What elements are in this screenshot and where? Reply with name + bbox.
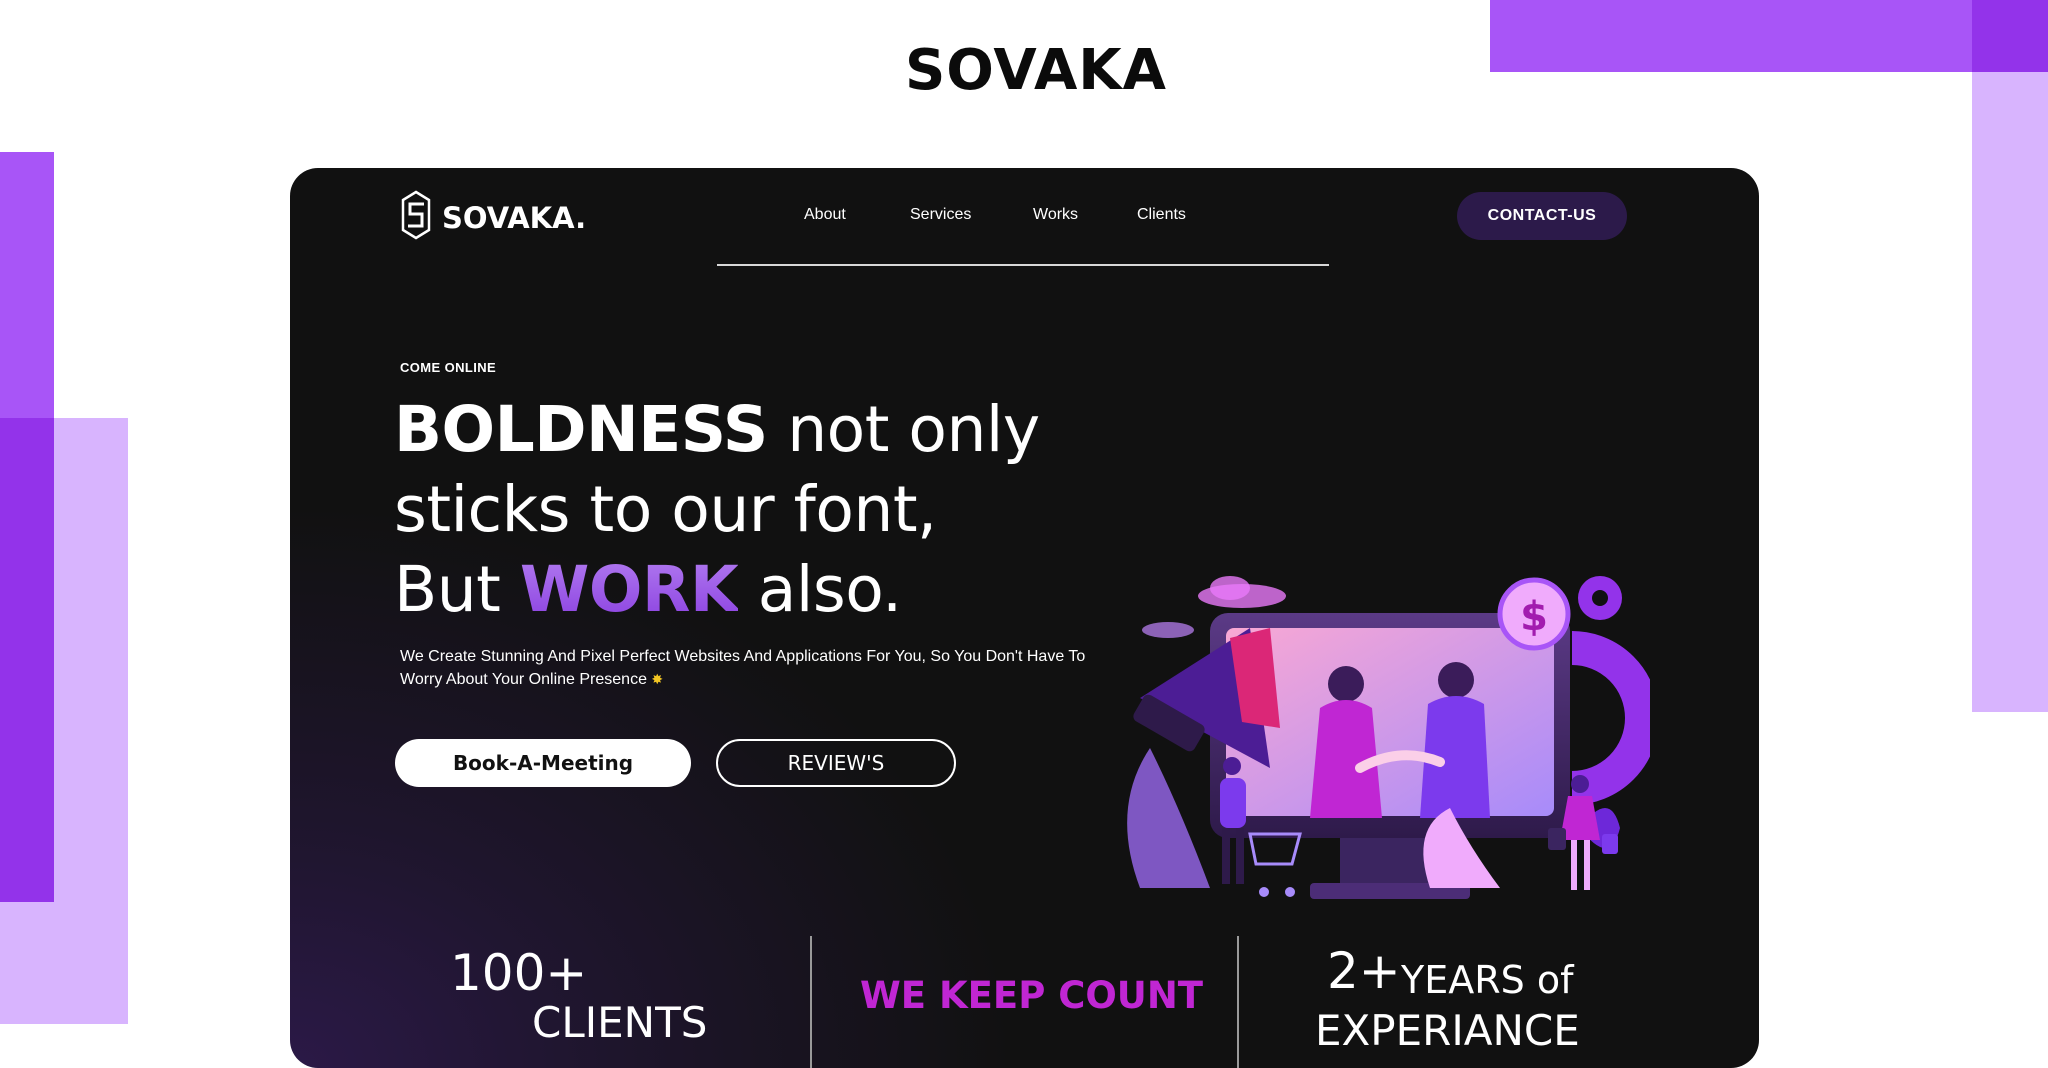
nav-item-works[interactable]: Works xyxy=(1033,206,1078,224)
deco-bar-left-overlap xyxy=(0,418,54,902)
hero-subtext-text: We Create Stunning And Pixel Perfect Web… xyxy=(400,648,1086,688)
experience-label: EXPERIANCE xyxy=(1315,1006,1580,1055)
keep-count-tagline: WE KEEP COUNT xyxy=(860,974,1204,1017)
headline-line3-start: But xyxy=(394,553,520,626)
main-nav: About Services Works Clients xyxy=(716,206,1328,246)
hero-subtext: We Create Stunning And Pixel Perfect Web… xyxy=(400,646,1100,691)
book-meeting-button[interactable]: Book-A-Meeting xyxy=(395,739,691,787)
headline-line3-end: also. xyxy=(738,553,902,626)
clients-label: CLIENTS xyxy=(532,998,708,1047)
hero-eyebrow: COME ONLINE xyxy=(400,360,497,375)
headline-line2: sticks to our font, xyxy=(394,473,937,546)
nav-item-about[interactable]: About xyxy=(804,206,846,224)
handshake-monitor-illustration: $ xyxy=(1110,388,1659,913)
stat-divider-2 xyxy=(1237,936,1239,1068)
headline-strong: BOLDNESS xyxy=(394,393,768,466)
headline-line1-rest: not only xyxy=(767,393,1040,466)
stat-divider-1 xyxy=(810,936,812,1068)
headline-accent: WORK xyxy=(519,553,739,626)
deco-bar-right xyxy=(1972,0,2048,712)
clients-count: 100+ xyxy=(450,944,588,1002)
hero-headline: BOLDNESS not only sticks to our font, But … xyxy=(394,390,1114,630)
s-hexagon-logo-icon xyxy=(400,190,432,245)
svg-text:$: $ xyxy=(1520,594,1548,640)
page-title: SOVAKA xyxy=(904,38,1168,103)
contact-us-button[interactable]: CONTACT-US xyxy=(1457,192,1627,240)
nav-underline xyxy=(717,264,1329,266)
brand-name: SOVAKA. xyxy=(442,200,587,235)
nav-item-clients[interactable]: Clients xyxy=(1137,206,1186,224)
years-label: YEARS of xyxy=(1401,958,1574,1002)
reviews-button[interactable]: REVIEW'S xyxy=(716,739,956,787)
sparkle-icon: ✸ xyxy=(651,671,664,687)
years-count: 2+ xyxy=(1327,942,1401,1000)
nav-item-services[interactable]: Services xyxy=(910,206,971,224)
brand-logo[interactable]: SOVAKA. xyxy=(400,190,586,245)
website-preview: SOVAKA. About Services Works Clients CON… xyxy=(290,168,1759,1068)
